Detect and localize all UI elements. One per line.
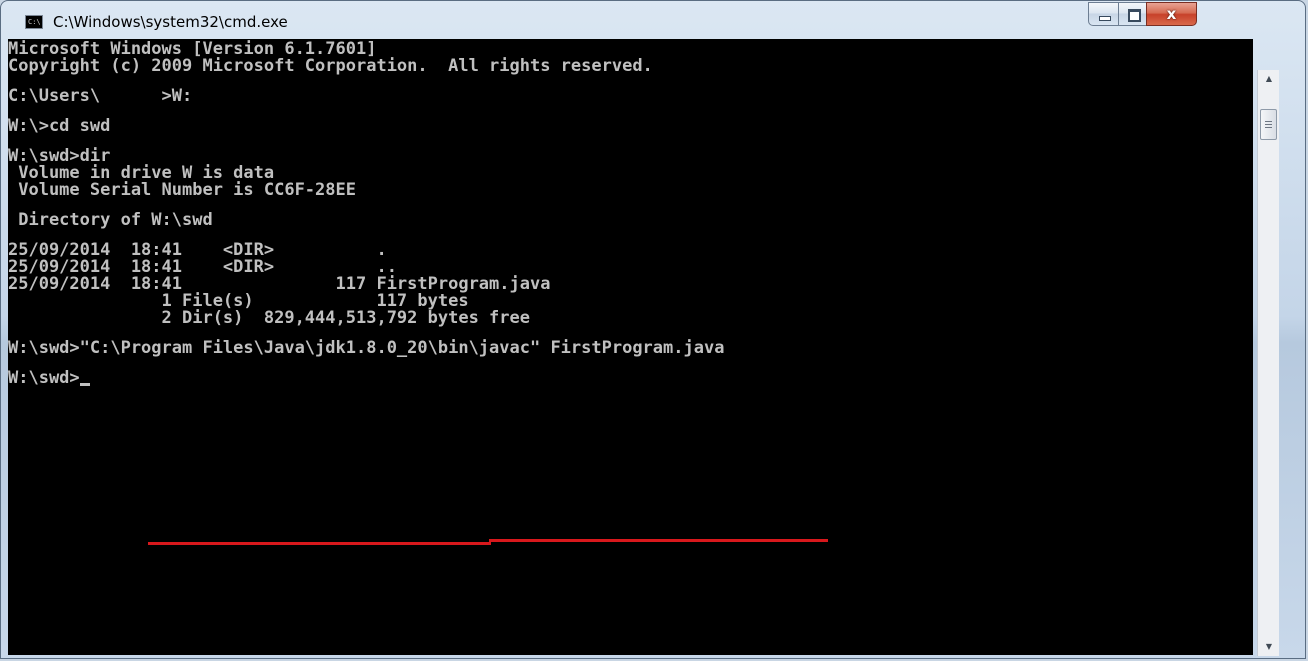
console-line: Copyright (c) 2009 Microsoft Corporation… bbox=[8, 56, 653, 76]
console-line: Directory of W:\swd bbox=[8, 210, 213, 230]
console-line: Volume Serial Number is CC6F-28EE bbox=[8, 180, 356, 200]
cmd-window: C:\ C:\Windows\system32\cmd.exe x Micros… bbox=[0, 0, 1306, 659]
scroll-up-arrow-icon[interactable]: ▲ bbox=[1259, 70, 1279, 88]
grip-line bbox=[1265, 127, 1272, 128]
console-line: W:\swd> bbox=[8, 370, 1253, 387]
grip-line bbox=[1265, 121, 1272, 122]
scrollbar-thumb[interactable] bbox=[1260, 109, 1277, 140]
console-text: Microsoft Windows [Version 6.1.7601] Copy… bbox=[8, 39, 1253, 387]
grip-line bbox=[1265, 124, 1272, 125]
console-line: W:\>cd swd bbox=[8, 116, 111, 136]
red-underline-annotation bbox=[148, 542, 491, 545]
console-output[interactable]: Microsoft Windows [Version 6.1.7601] Copy… bbox=[8, 39, 1253, 655]
red-underline-annotation bbox=[489, 539, 828, 542]
minimize-button[interactable] bbox=[1088, 2, 1119, 26]
title-bar[interactable]: C:\ C:\Windows\system32\cmd.exe x bbox=[1, 1, 1305, 39]
vertical-scrollbar[interactable]: ▲ ▼ bbox=[1257, 70, 1279, 656]
console-line: W:\swd>"C:\Program Files\Java\jdk1.8.0_2… bbox=[8, 338, 725, 358]
minimize-icon bbox=[1099, 16, 1111, 21]
maximize-icon bbox=[1128, 9, 1141, 22]
close-icon: x bbox=[1166, 5, 1177, 23]
text-cursor bbox=[79, 383, 90, 386]
maximize-button[interactable] bbox=[1118, 2, 1147, 26]
cmd-icon[interactable]: C:\ bbox=[25, 15, 43, 29]
scroll-down-arrow-icon[interactable]: ▼ bbox=[1259, 638, 1279, 656]
window-title: C:\Windows\system32\cmd.exe bbox=[53, 13, 288, 31]
close-button[interactable]: x bbox=[1146, 2, 1197, 26]
console-line: 2 Dir(s) 829,444,513,792 bytes free bbox=[8, 308, 530, 328]
console-line: C:\Users\ >W: bbox=[8, 86, 193, 106]
